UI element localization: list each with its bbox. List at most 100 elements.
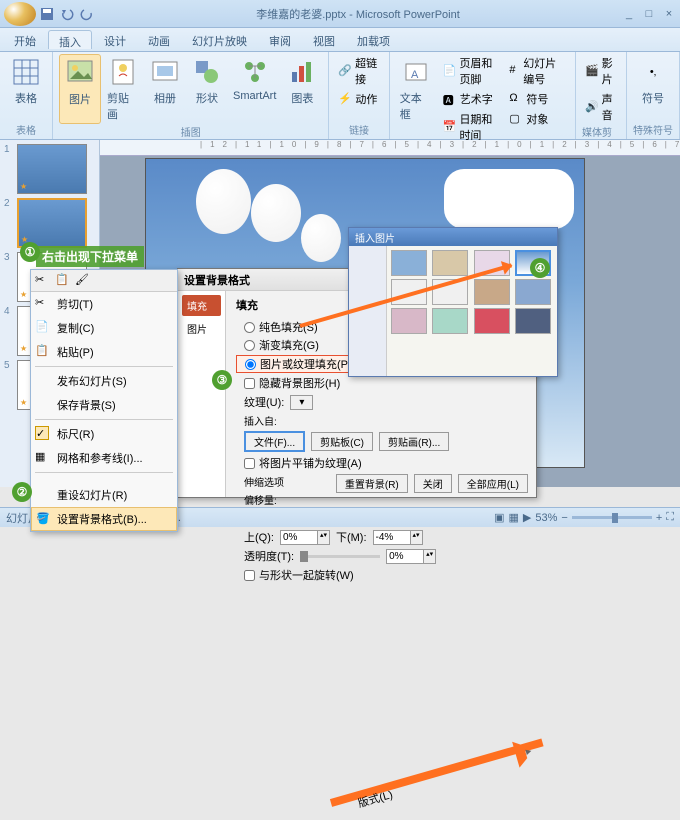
- group-links-label: 链接: [349, 122, 369, 137]
- callout-3: ③: [212, 370, 232, 390]
- tab-addins[interactable]: 加载项: [347, 30, 400, 49]
- tab-view[interactable]: 视图: [303, 30, 345, 49]
- action-icon: ⚡: [338, 92, 352, 106]
- tab-animation[interactable]: 动画: [138, 30, 180, 49]
- file-thumb[interactable]: [474, 279, 510, 305]
- ribbon: 表格 表格 图片 剪贴画 相册 形状 SmartArt 图表 插图 🔗超链接 ⚡…: [0, 52, 680, 140]
- offset-top[interactable]: [281, 531, 317, 544]
- view-sorter-icon[interactable]: ▦: [509, 511, 519, 524]
- shapes-button[interactable]: 形状: [187, 54, 227, 124]
- office-button[interactable]: [4, 2, 36, 26]
- wordart-button[interactable]: 🅰艺术字: [440, 90, 503, 108]
- quick-access-toolbar: [40, 7, 94, 21]
- ctx-save-bg[interactable]: 保存背景(S): [31, 393, 177, 417]
- save-icon[interactable]: [40, 7, 54, 21]
- callout-4: ④: [530, 258, 550, 278]
- reset-bg-button[interactable]: 重置背景(R): [336, 474, 408, 493]
- ctx-copy[interactable]: 📄复制(C): [31, 316, 177, 340]
- file-thumb[interactable]: [515, 279, 551, 305]
- context-menu: ✂ 📋 🖌 ✂剪切(T) 📄复制(C) 📋粘贴(P) 发布幻灯片(S) 保存背景…: [30, 269, 178, 532]
- file-thumb[interactable]: [515, 308, 551, 334]
- hyperlink-button[interactable]: 🔗超链接: [335, 54, 382, 88]
- tab-home[interactable]: 开始: [4, 30, 46, 49]
- file-thumb[interactable]: [391, 250, 427, 276]
- offset-bottom[interactable]: [374, 531, 410, 544]
- undo-icon[interactable]: [60, 7, 74, 21]
- ctx-paste[interactable]: 📋粘贴(P): [31, 340, 177, 364]
- clipart-button[interactable]: 剪贴画(R)...: [379, 432, 449, 451]
- thumb-1[interactable]: 1★: [4, 144, 95, 194]
- copy-icon: 📄: [35, 320, 49, 334]
- datetime-button[interactable]: 📅日期和时间: [440, 110, 503, 144]
- balloon-shape: [301, 214, 341, 262]
- close-icon[interactable]: ×: [662, 8, 676, 20]
- svg-text:A: A: [411, 69, 419, 81]
- view-normal-icon[interactable]: ▣: [494, 511, 504, 524]
- cloud-shape: [444, 169, 574, 229]
- file-button[interactable]: 文件(F)...: [244, 431, 305, 452]
- ctx-reset-slide[interactable]: 重设幻灯片(R): [31, 483, 177, 507]
- check-hide-bg[interactable]: 隐藏背景图形(H): [236, 375, 526, 391]
- ctx-ruler[interactable]: ✓标尺(R): [31, 422, 177, 446]
- redo-icon[interactable]: [80, 7, 94, 21]
- zoom-level[interactable]: 53%: [535, 512, 557, 524]
- copy-icon[interactable]: 📋: [55, 273, 71, 289]
- group-illustrations-label: 插图: [181, 124, 201, 139]
- cut-icon[interactable]: ✂: [35, 273, 51, 289]
- ctx-grid[interactable]: ▦网格和参考线(I)...: [31, 446, 177, 470]
- clipart-button[interactable]: 剪贴画: [103, 54, 143, 124]
- tab-review[interactable]: 审阅: [259, 30, 301, 49]
- group-table-label: 表格: [16, 122, 36, 137]
- close-button[interactable]: 关闭: [414, 474, 452, 493]
- action-button[interactable]: ⚡动作: [335, 90, 382, 108]
- ruler: |12|11|10|9|8|7|6|5|4|3|2|1|0|1|2|3|4|5|…: [100, 140, 680, 156]
- transparency[interactable]: [387, 550, 423, 563]
- chart-button[interactable]: 图表: [282, 54, 322, 124]
- file-thumb[interactable]: [474, 308, 510, 334]
- file-thumb[interactable]: [391, 308, 427, 334]
- ctx-format-background[interactable]: 🪣设置背景格式(B)...: [31, 507, 177, 531]
- object-button[interactable]: ▢对象: [506, 110, 569, 128]
- special-symbol-button[interactable]: •‚符号: [633, 54, 673, 108]
- ctx-cut[interactable]: ✂剪切(T): [31, 292, 177, 316]
- ctx-layout[interactable]: 版式(L): [330, 739, 544, 807]
- file-thumb[interactable]: [432, 250, 468, 276]
- album-button[interactable]: 相册: [145, 54, 185, 124]
- dlg-tab-fill[interactable]: 填充: [182, 295, 221, 316]
- format-icon[interactable]: 🖌: [75, 273, 91, 289]
- sound-button[interactable]: 🔊声音: [582, 90, 620, 124]
- movie-button[interactable]: 🎬影片: [582, 54, 620, 88]
- header-footer-button[interactable]: 📄页眉和页脚: [440, 54, 503, 88]
- balloon-shape: [196, 169, 251, 234]
- check-tile[interactable]: 将图片平铺为纹理(A): [236, 455, 526, 471]
- zoom-in-icon[interactable]: +: [656, 512, 662, 524]
- picture-button[interactable]: 图片: [59, 54, 101, 124]
- callout-1-text: 右击出现下拉菜单: [36, 246, 144, 267]
- filepicker-title: 插入图片: [349, 228, 557, 246]
- maximize-icon[interactable]: □: [642, 8, 656, 20]
- ribbon-tabs: 开始 插入 设计 动画 幻灯片放映 审阅 视图 加载项: [0, 28, 680, 52]
- ctx-publish-slide[interactable]: 发布幻灯片(S): [31, 369, 177, 393]
- symbol-button[interactable]: Ω符号: [506, 90, 569, 108]
- tab-slideshow[interactable]: 幻灯片放映: [182, 30, 257, 49]
- smartart-button[interactable]: SmartArt: [229, 54, 280, 124]
- context-menu-toolbar: ✂ 📋 🖌: [31, 270, 177, 292]
- dlg-tab-picture[interactable]: 图片: [182, 318, 221, 339]
- zoom-out-icon[interactable]: −: [561, 512, 567, 524]
- tab-insert[interactable]: 插入: [48, 30, 92, 49]
- table-button[interactable]: 表格: [6, 54, 46, 108]
- file-thumb[interactable]: [432, 308, 468, 334]
- clipboard-button[interactable]: 剪贴板(C): [311, 432, 373, 451]
- slidenumber-button[interactable]: #幻灯片编号: [506, 54, 569, 88]
- hyperlink-icon: 🔗: [338, 64, 352, 78]
- tab-design[interactable]: 设计: [94, 30, 136, 49]
- thumb-2[interactable]: 2★: [4, 198, 95, 248]
- zoom-slider[interactable]: [572, 516, 652, 519]
- apply-all-button[interactable]: 全部应用(L): [458, 474, 528, 493]
- fit-icon[interactable]: ⛶: [666, 511, 674, 524]
- view-slideshow-icon[interactable]: ▶: [523, 511, 531, 524]
- textbox-button[interactable]: A文本框: [396, 54, 436, 144]
- check-rotate[interactable]: 与形状一起旋转(W): [236, 567, 526, 583]
- texture-dropdown[interactable]: ▾: [290, 395, 313, 410]
- minimize-icon[interactable]: _: [622, 8, 636, 20]
